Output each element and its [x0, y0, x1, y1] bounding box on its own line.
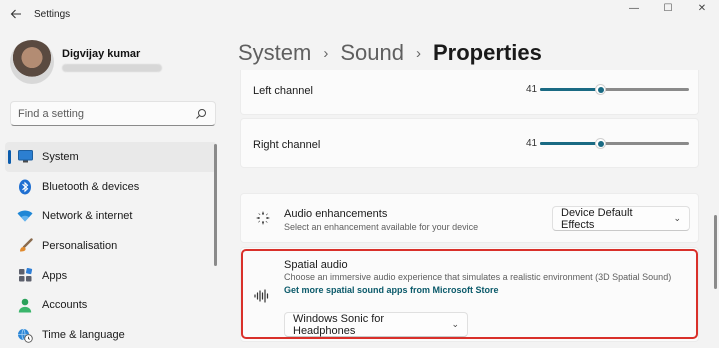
dropdown-value: Windows Sonic for Headphones — [293, 312, 385, 337]
avatar[interactable] — [10, 40, 54, 84]
left-channel-card: Left channel 41 — [240, 70, 699, 115]
bluetooth-icon — [17, 179, 33, 195]
breadcrumb-sound[interactable]: Sound — [340, 40, 404, 66]
user-name: Digvijay kumar — [62, 48, 141, 60]
sidebar-item-label: Accounts — [42, 299, 88, 312]
right-channel-value: 41 — [526, 138, 538, 149]
left-channel-slider[interactable] — [540, 82, 689, 96]
microsoft-store-link[interactable]: Get more spatial sound apps from Microso… — [284, 285, 499, 295]
sidebar-nav: System Bluetooth & devices Network & int… — [5, 142, 217, 348]
sidebar-scrollbar[interactable] — [214, 144, 217, 266]
search-input[interactable] — [18, 102, 188, 125]
sidebar-item-accounts[interactable]: Accounts — [5, 290, 217, 320]
spatial-audio-subtitle: Choose an immersive audio experience tha… — [284, 272, 672, 282]
sidebar-item-apps[interactable]: Apps — [5, 261, 217, 291]
page-title: Properties — [432, 40, 542, 65]
left-channel-value: 41 — [526, 84, 538, 95]
spatial-audio-dropdown[interactable]: Windows Sonic for Headphones ⌄ — [284, 312, 468, 337]
chevron-down-icon: ⌄ — [451, 319, 459, 329]
apps-icon — [17, 268, 33, 284]
audio-enhancements-title: Audio enhancements — [284, 208, 388, 220]
sidebar-item-label: Network & internet — [42, 210, 133, 223]
left-channel-label: Left channel — [253, 85, 313, 97]
soundwave-icon — [254, 289, 270, 308]
brush-icon — [17, 238, 33, 254]
sidebar: Digvijay kumar System Bluetooth & device… — [0, 30, 228, 348]
user-email-redacted — [62, 64, 162, 72]
spatial-audio-title: Spatial audio — [284, 259, 348, 271]
audio-enhancements-subtitle: Select an enhancement available for your… — [284, 222, 479, 232]
close-button[interactable]: ✕ — [685, 0, 719, 16]
slider-thumb[interactable] — [595, 84, 607, 95]
sidebar-item-label: System — [42, 150, 79, 163]
spatial-audio-card: Spatial audio Choose an immersive audio … — [240, 247, 699, 342]
globe-clock-icon — [17, 327, 33, 343]
sidebar-item-time-language[interactable]: Time & language — [5, 320, 217, 348]
search-icon[interactable] — [195, 107, 207, 119]
dropdown-value: Device Default Effects — [561, 206, 633, 231]
sidebar-item-personalisation[interactable]: Personalisation — [5, 231, 217, 261]
audio-enhancements-card: Audio enhancements Select an enhancement… — [240, 193, 699, 243]
breadcrumb: System › Sound › Properties — [238, 38, 542, 68]
sidebar-item-label: Bluetooth & devices — [42, 180, 140, 193]
wifi-icon — [17, 208, 33, 224]
right-channel-slider[interactable] — [540, 136, 689, 150]
sidebar-item-system[interactable]: System — [5, 142, 217, 172]
search-box[interactable] — [10, 101, 216, 126]
window-title: Settings — [34, 9, 71, 20]
right-channel-label: Right channel — [253, 139, 321, 151]
enhancement-sparkle-icon — [255, 210, 271, 231]
sidebar-item-label: Time & language — [42, 328, 125, 341]
person-icon — [17, 297, 33, 313]
minimize-button[interactable]: — — [617, 0, 651, 16]
slider-thumb[interactable] — [595, 138, 607, 149]
breadcrumb-system[interactable]: System — [238, 40, 311, 66]
breadcrumb-separator: › — [415, 44, 421, 62]
right-channel-card: Right channel 41 — [240, 118, 699, 168]
main-scrollbar[interactable] — [714, 215, 717, 289]
sidebar-item-label: Personalisation — [42, 239, 118, 252]
sidebar-item-network[interactable]: Network & internet — [5, 201, 217, 231]
audio-enhancements-dropdown[interactable]: Device Default Effects ⌄ — [552, 206, 690, 231]
chevron-down-icon: ⌄ — [673, 213, 681, 223]
monitor-icon — [17, 149, 33, 165]
maximize-button[interactable]: ☐ — [651, 0, 685, 16]
title-bar: Settings — ☐ ✕ — [0, 0, 719, 30]
back-arrow-icon[interactable] — [8, 6, 24, 22]
sidebar-item-label: Apps — [42, 269, 68, 282]
breadcrumb-separator: › — [323, 44, 329, 62]
sidebar-item-bluetooth[interactable]: Bluetooth & devices — [5, 172, 217, 202]
